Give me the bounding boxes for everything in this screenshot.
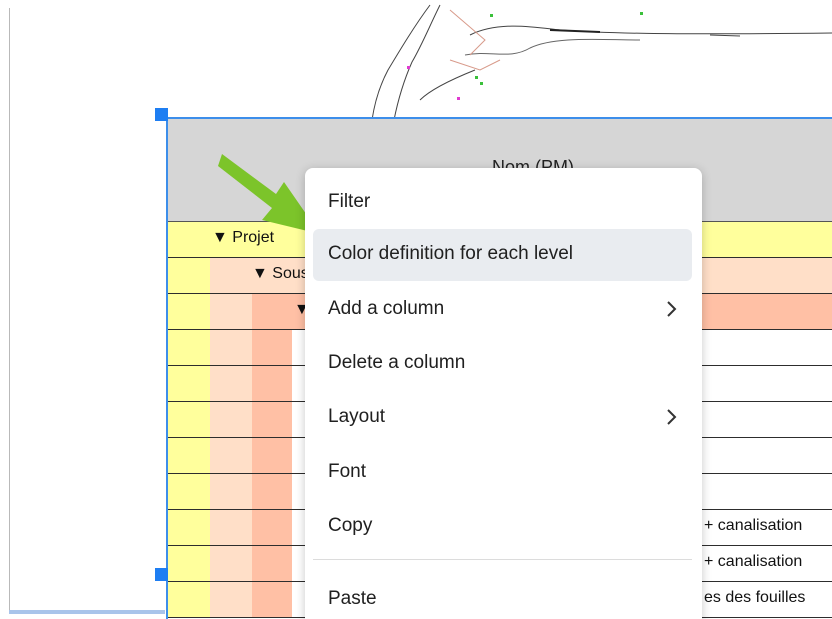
- level1-band: [168, 258, 210, 293]
- drawing-canvas[interactable]: Nom (PM) ▼ Projet ▼ Sous-projet ▼ + cana…: [0, 0, 832, 619]
- level2-band: [210, 438, 252, 473]
- cell-text: + canalisation: [704, 517, 803, 534]
- level1-band: [168, 438, 210, 473]
- menu-item-color-definition[interactable]: Color definition for each level: [313, 229, 692, 281]
- menu-item-label: Delete a column: [328, 352, 466, 373]
- level3-band: [252, 366, 292, 401]
- level3-band: [252, 330, 292, 365]
- level1-band: [168, 582, 210, 617]
- level3-band: [252, 402, 292, 437]
- level1-band: [168, 294, 210, 329]
- level3-band: [252, 510, 292, 545]
- menu-item-label: Color definition for each level: [328, 243, 574, 264]
- level3-band: [252, 474, 292, 509]
- menu-item-filter[interactable]: Filter: [313, 177, 692, 229]
- level1-band: [168, 546, 210, 581]
- level2-band: [210, 402, 252, 437]
- resize-handle-left[interactable]: [155, 568, 168, 581]
- chevron-right-icon: [667, 301, 677, 317]
- menu-item-layout[interactable]: Layout: [313, 392, 692, 444]
- resize-handle-top-left[interactable]: [155, 108, 168, 121]
- cell-text: es des fouilles: [704, 589, 806, 606]
- menu-item-font[interactable]: Font: [313, 447, 692, 499]
- level2-band: [210, 330, 252, 365]
- level1-band: [168, 510, 210, 545]
- menu-item-add-column[interactable]: Add a column: [313, 284, 692, 336]
- level3-band: [252, 546, 292, 581]
- menu-item-delete-column[interactable]: Delete a column: [313, 338, 692, 390]
- menu-item-copy[interactable]: Copy: [313, 501, 692, 553]
- level1-band: [168, 474, 210, 509]
- level3-band: [252, 582, 292, 617]
- level1-band: [168, 402, 210, 437]
- menu-item-label: Filter: [328, 191, 371, 212]
- menu-item-label: Font: [328, 461, 367, 482]
- page-border: [9, 8, 10, 611]
- menu-item-label: Paste: [328, 588, 377, 609]
- menu-item-label: Copy: [328, 515, 373, 536]
- level1-band: [168, 330, 210, 365]
- level2-band: [210, 546, 252, 581]
- level1-band: [168, 366, 210, 401]
- cell-text: + canalisation: [704, 553, 803, 570]
- level2-band: [210, 294, 252, 329]
- level2-band: [210, 366, 252, 401]
- level2-band: [210, 582, 252, 617]
- menu-item-label: Layout: [328, 406, 386, 427]
- chevron-right-icon: [667, 409, 677, 425]
- level2-band: [210, 510, 252, 545]
- level2-band: [210, 474, 252, 509]
- selection-strip: [9, 610, 165, 614]
- context-menu: Filter Color definition for each level A…: [305, 168, 702, 619]
- background-plan-sketch: [371, 4, 832, 120]
- level3-band: [252, 438, 292, 473]
- menu-separator: [313, 559, 692, 560]
- menu-item-label: Add a column: [328, 298, 445, 319]
- menu-item-paste[interactable]: Paste: [313, 574, 692, 619]
